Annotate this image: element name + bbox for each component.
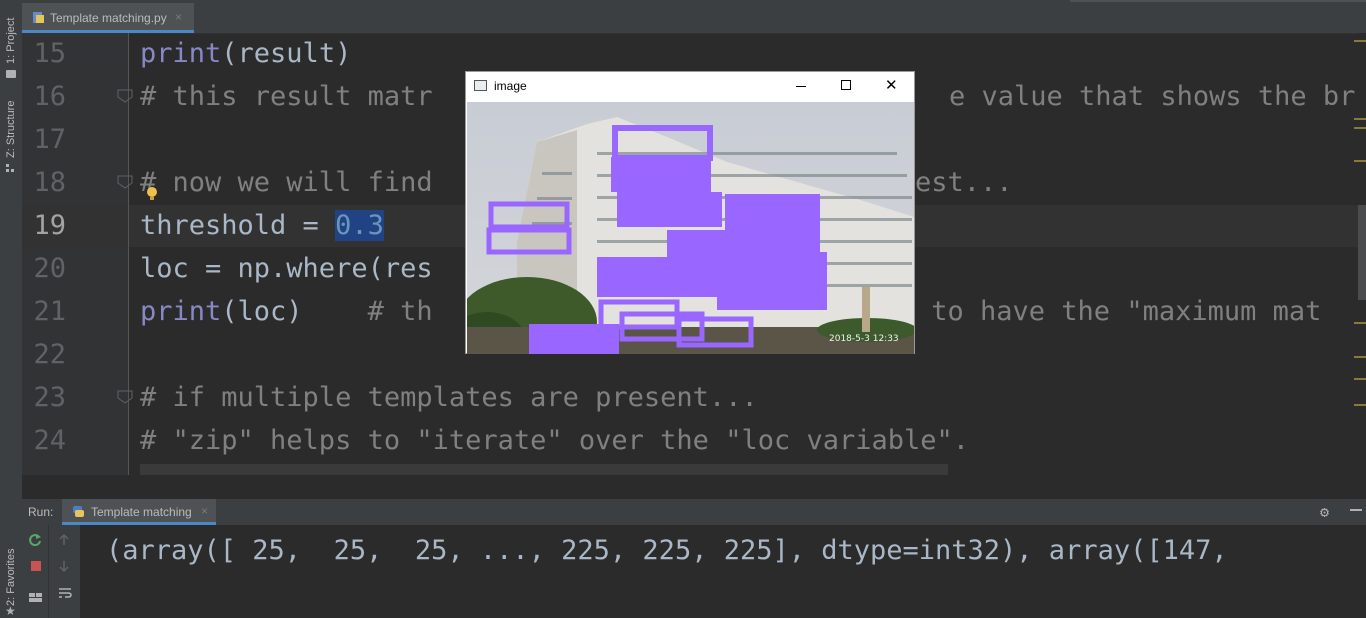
minimize-panel-icon[interactable] bbox=[1350, 509, 1362, 511]
code-line-18[interactable]: # now we will find bbox=[140, 161, 433, 204]
scroll-marker bbox=[1354, 356, 1366, 358]
scroll-marker bbox=[1354, 127, 1366, 129]
line-number: 17 bbox=[33, 124, 66, 155]
editor-tab-bar: Template matching.py × bbox=[22, 0, 1366, 34]
arrow-up-icon[interactable] bbox=[58, 534, 70, 546]
structure-tab-label: Z: Structure bbox=[5, 100, 17, 158]
panel-separator bbox=[22, 475, 1366, 499]
image-window[interactable]: image ✕ 2018-5-3 12:33 bbox=[465, 71, 915, 354]
code-comment: # now we will find bbox=[140, 167, 433, 198]
code-line-23[interactable]: # if multiple templates are present... bbox=[140, 376, 758, 419]
structure-tool-tab[interactable]: Z: Structure bbox=[0, 100, 22, 176]
photo-timestamp: 2018-5-3 12:33 bbox=[829, 334, 899, 344]
line-number: 24 bbox=[33, 425, 66, 456]
code-token: (loc) bbox=[221, 296, 303, 327]
run-tab-label: Template matching bbox=[91, 505, 192, 519]
app-icon bbox=[474, 80, 487, 91]
scroll-marker bbox=[1354, 322, 1366, 324]
code-comment: to have the "maximum mat bbox=[915, 296, 1322, 327]
partially-visible-line bbox=[140, 464, 948, 475]
project-tool-tab[interactable]: 1: Project bbox=[0, 4, 22, 78]
gear-icon[interactable]: ⚙ bbox=[1320, 503, 1329, 521]
folder-icon bbox=[6, 70, 16, 78]
line-number: 23 bbox=[33, 382, 66, 413]
favorites-tool-tab[interactable]: 2: Favorites ★ bbox=[0, 540, 22, 618]
scroll-marker bbox=[1354, 160, 1366, 162]
code-token: print bbox=[140, 38, 222, 69]
favorites-tab-label: 2: Favorites bbox=[5, 548, 17, 606]
code-line-19[interactable]: threshold = 0.3 bbox=[140, 204, 384, 247]
run-panel-header: Run: Template matching × ⚙ bbox=[22, 499, 1366, 526]
run-tab-close-icon[interactable]: × bbox=[201, 504, 208, 518]
matched-image: 2018-5-3 12:33 bbox=[467, 102, 914, 354]
line-number: 16 bbox=[33, 81, 66, 112]
maximize-icon[interactable] bbox=[841, 80, 851, 90]
code-token: (result) bbox=[221, 38, 352, 69]
code-comment: # if multiple templates are present... bbox=[140, 382, 758, 413]
stop-icon[interactable] bbox=[31, 561, 41, 571]
run-console[interactable]: (array([ 25, 25, 25, ..., 225, 225, 225]… bbox=[80, 525, 1366, 618]
code-comment: # th bbox=[367, 296, 433, 327]
code-line-21-tail[interactable]: to have the "maximum mat bbox=[915, 290, 1321, 333]
code-comment: # this result matr bbox=[140, 81, 433, 112]
fold-marker-icon[interactable] bbox=[117, 390, 133, 404]
rerun-icon[interactable] bbox=[28, 533, 42, 547]
run-tab-template-matching[interactable]: Template matching × bbox=[62, 499, 216, 525]
python-run-icon bbox=[73, 506, 84, 517]
code-token: loc = np.where(res bbox=[140, 253, 433, 284]
line-number: 21 bbox=[33, 296, 66, 327]
line-number: 22 bbox=[33, 339, 66, 370]
run-label: Run: bbox=[28, 505, 54, 519]
lightbulb-icon[interactable] bbox=[146, 186, 158, 202]
run-toolbar bbox=[22, 525, 80, 618]
code-line-15[interactable]: print(result) bbox=[140, 32, 351, 75]
scroll-marker bbox=[1354, 118, 1366, 120]
top-divider bbox=[1070, 0, 1366, 2]
code-comment: e value that shows the br bbox=[949, 81, 1356, 112]
layout-icon[interactable] bbox=[29, 591, 43, 603]
left-tool-strip: 1: Project Z: Structure 2: Favorites ★ bbox=[0, 0, 23, 618]
structure-icon bbox=[6, 164, 16, 172]
code-line-24[interactable]: # "zip" helps to "iterate" over the "loc… bbox=[140, 419, 969, 462]
console-output: (array([ 25, 25, 25, ..., 225, 225, 225]… bbox=[106, 535, 1244, 566]
code-line-21[interactable]: print(loc) # th bbox=[140, 290, 433, 333]
window-title: image bbox=[494, 79, 527, 93]
code-comment: est... bbox=[915, 167, 1013, 198]
selected-number: 0.3 bbox=[335, 210, 384, 241]
line-number: 18 bbox=[33, 167, 66, 198]
python-file-icon bbox=[33, 12, 44, 23]
code-line-18-tail[interactable]: est... bbox=[915, 161, 1013, 204]
scroll-marker bbox=[1354, 378, 1366, 380]
arrow-down-icon[interactable] bbox=[58, 560, 70, 572]
tab-close-icon[interactable]: × bbox=[175, 10, 182, 24]
code-line-20[interactable]: loc = np.where(res bbox=[140, 247, 433, 290]
fold-marker-icon[interactable] bbox=[117, 89, 133, 103]
soft-wrap-icon[interactable] bbox=[58, 587, 72, 599]
scroll-marker bbox=[1354, 404, 1366, 406]
project-tab-label: 1: Project bbox=[5, 17, 17, 64]
fold-marker-icon[interactable] bbox=[117, 175, 133, 189]
line-number: 15 bbox=[33, 38, 66, 69]
line-number: 20 bbox=[33, 253, 66, 284]
minimize-icon[interactable] bbox=[796, 86, 806, 87]
close-icon[interactable]: ✕ bbox=[885, 76, 898, 94]
star-icon: ★ bbox=[5, 604, 16, 618]
code-comment: # "zip" helps to "iterate" over the "loc… bbox=[140, 425, 970, 456]
scrollbar-thumb[interactable] bbox=[1358, 205, 1366, 300]
building-photo bbox=[467, 102, 914, 354]
editor-tab-template-matching[interactable]: Template matching.py × bbox=[22, 3, 194, 33]
editor-tab-label: Template matching.py bbox=[50, 11, 167, 25]
line-number-current: 19 bbox=[33, 210, 66, 241]
scroll-marker bbox=[1354, 40, 1366, 42]
code-line-16-tail[interactable]: e value that shows the br bbox=[949, 75, 1355, 118]
code-token: threshold = bbox=[140, 210, 336, 241]
code-token: print bbox=[140, 296, 222, 327]
code-line-16[interactable]: # this result matr bbox=[140, 75, 433, 118]
